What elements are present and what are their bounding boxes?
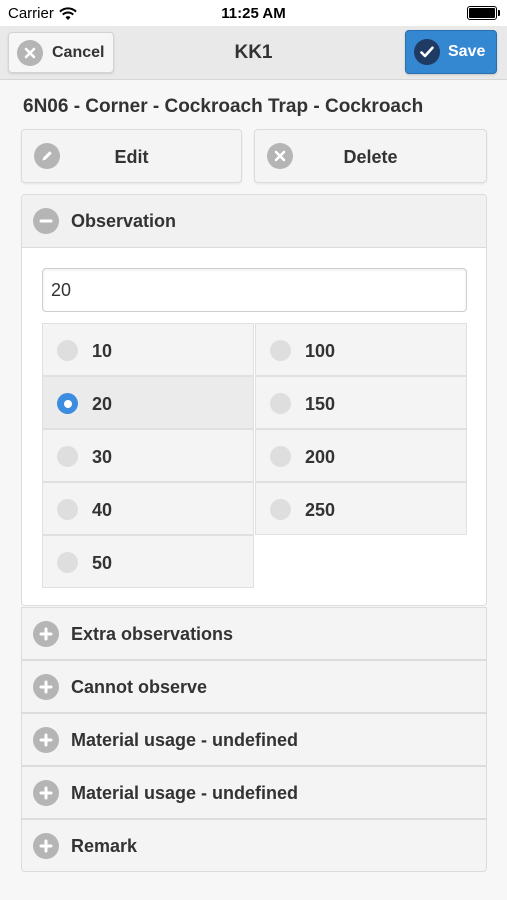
observation-panel: Observation 10 20 30 40 50 100	[21, 194, 487, 606]
plus-circle-icon	[33, 727, 59, 753]
minus-circle-icon	[33, 208, 59, 234]
observation-input[interactable]	[42, 268, 467, 312]
section-label: Remark	[71, 836, 138, 856]
section-remark[interactable]: Remark	[21, 819, 487, 872]
radio-label: 150	[305, 394, 336, 414]
section-label: Cannot observe	[71, 677, 208, 697]
radio-button	[57, 446, 78, 467]
radio-option-100[interactable]: 100	[255, 323, 467, 376]
radio-button	[270, 393, 291, 414]
observation-toggle[interactable]: Observation	[22, 195, 486, 248]
radio-button	[57, 552, 78, 573]
radio-label: 50	[92, 553, 113, 573]
section-material-usage-1[interactable]: Material usage - undefined	[21, 713, 487, 766]
section-extra-observations[interactable]: Extra observations	[21, 607, 487, 660]
check-circle-icon	[414, 39, 440, 65]
radio-button-selected	[57, 393, 78, 414]
page-title: 6N06 - Corner - Cockroach Trap - Cockroa…	[23, 96, 424, 117]
radio-option-250[interactable]: 250	[255, 482, 467, 535]
plus-circle-icon	[33, 674, 59, 700]
radio-button	[57, 499, 78, 520]
radio-option-40[interactable]: 40	[42, 482, 254, 535]
header-bar: Cancel KK1 Save	[0, 26, 507, 80]
section-label: Material usage - undefined	[71, 730, 299, 750]
plus-circle-icon	[33, 833, 59, 859]
radio-button	[270, 446, 291, 467]
radio-label: 40	[92, 500, 113, 520]
radio-label: 10	[92, 341, 113, 361]
radio-option-30[interactable]: 30	[42, 429, 254, 482]
save-label: Save	[448, 43, 486, 60]
section-label: Extra observations	[71, 624, 234, 644]
radio-button	[270, 340, 291, 361]
radio-label: 250	[305, 500, 336, 520]
radio-label: 100	[305, 341, 336, 361]
edit-button[interactable]: Edit	[21, 129, 242, 183]
radio-option-20[interactable]: 20	[42, 376, 254, 429]
radio-label: 20	[92, 394, 113, 414]
clock: 11:25 AM	[221, 5, 286, 22]
status-bar: Carrier 11:25 AM	[0, 0, 507, 26]
plus-circle-icon	[33, 621, 59, 647]
delete-label: Delete	[343, 147, 398, 167]
section-material-usage-2[interactable]: Material usage - undefined	[21, 766, 487, 819]
radio-option-10[interactable]: 10	[42, 323, 254, 376]
section-label: Material usage - undefined	[71, 783, 299, 803]
radio-option-50[interactable]: 50	[42, 535, 254, 588]
radio-label: 200	[305, 447, 336, 467]
plus-circle-icon	[33, 780, 59, 806]
radio-option-150[interactable]: 150	[255, 376, 467, 429]
radio-button	[270, 499, 291, 520]
edit-label: Edit	[114, 147, 149, 167]
section-cannot-observe[interactable]: Cannot observe	[21, 660, 487, 713]
delete-button[interactable]: Delete	[254, 129, 487, 183]
radio-button	[57, 340, 78, 361]
radio-option-200[interactable]: 200	[255, 429, 467, 482]
battery-icon	[467, 6, 500, 20]
observation-heading: Observation	[71, 211, 177, 231]
radio-label: 30	[92, 447, 113, 467]
save-button[interactable]: Save	[405, 30, 497, 74]
